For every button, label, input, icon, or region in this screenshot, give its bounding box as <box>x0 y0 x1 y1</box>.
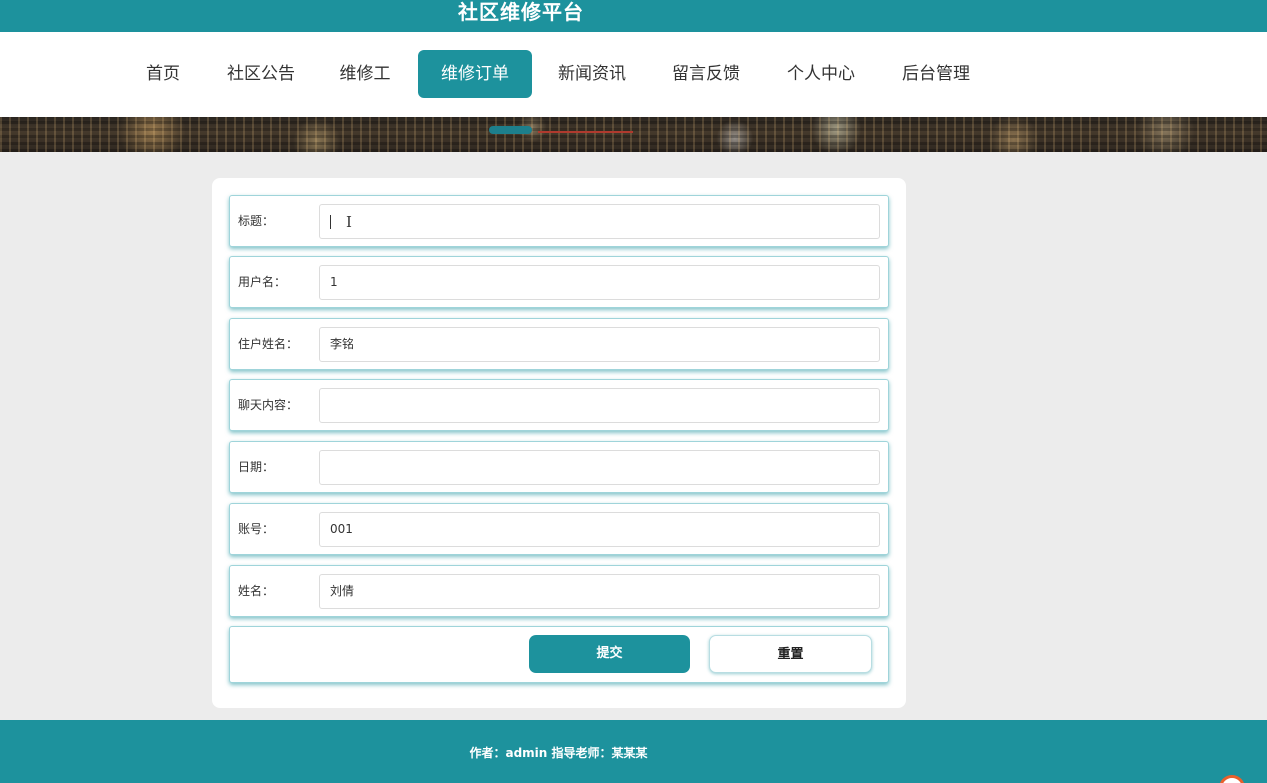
ibeam-cursor-icon: I <box>346 213 352 231</box>
nav-item-home[interactable]: 首页 <box>133 50 193 98</box>
footer-credits: 作者：admin 指导老师：某某某 <box>469 746 648 760</box>
nav-item-personal-center[interactable]: 个人中心 <box>780 50 862 98</box>
footer: 作者：admin 指导老师：某某某 <box>0 720 1267 783</box>
title-input[interactable] <box>319 204 880 239</box>
chat-content-label: 聊天内容： <box>238 398 299 412</box>
form-row-name: 姓名： 刘倩 <box>229 565 889 617</box>
form-actions: 提交 重置 <box>229 626 889 683</box>
username-input[interactable]: 1 <box>319 265 880 300</box>
form-row-resident-name: 住户姓名： 李铭 <box>229 318 889 370</box>
text-caret <box>330 215 331 229</box>
date-label: 日期： <box>238 460 275 474</box>
carousel-indicator-active[interactable] <box>489 126 532 134</box>
banner-image <box>0 117 1267 152</box>
resident-name-label: 住户姓名： <box>238 337 299 351</box>
nav-item-feedback[interactable]: 留言反馈 <box>665 50 747 98</box>
title-label: 标题： <box>238 214 275 228</box>
top-header-bar: 社区维修平台 <box>0 0 1267 32</box>
form-row-chat-content: 聊天内容： <box>229 379 889 431</box>
date-input[interactable] <box>319 450 880 485</box>
nav-item-announcements[interactable]: 社区公告 <box>220 50 302 98</box>
name-label: 姓名： <box>238 584 275 598</box>
form-row-title: 标题： I <box>229 195 889 247</box>
reset-button[interactable]: 重置 <box>709 635 872 673</box>
main-navigation: 首页 社区公告 维修工 维修订单 新闻资讯 留言反馈 个人中心 后台管理 <box>0 32 1267 117</box>
carousel-indicator[interactable] <box>538 131 633 133</box>
nav-item-admin[interactable]: 后台管理 <box>895 50 977 98</box>
submit-button[interactable]: 提交 <box>529 635 690 673</box>
banner-carousel <box>0 117 1267 152</box>
site-title: 社区维修平台 <box>458 0 584 24</box>
form-row-date: 日期： <box>229 441 889 493</box>
nav-item-repair-orders[interactable]: 维修订单 <box>418 50 532 98</box>
account-label: 账号： <box>238 522 275 536</box>
nav-item-workers[interactable]: 维修工 <box>328 50 402 98</box>
account-input[interactable]: 001 <box>319 512 880 547</box>
resident-name-input[interactable]: 李铭 <box>319 327 880 362</box>
username-label: 用户名： <box>238 275 287 289</box>
form-row-account: 账号： 001 <box>229 503 889 555</box>
chat-content-input[interactable] <box>319 388 880 423</box>
floating-widget-icon[interactable] <box>1219 773 1267 783</box>
nav-item-news[interactable]: 新闻资讯 <box>551 50 633 98</box>
name-input[interactable]: 刘倩 <box>319 574 880 609</box>
form-row-username: 用户名： 1 <box>229 256 889 308</box>
